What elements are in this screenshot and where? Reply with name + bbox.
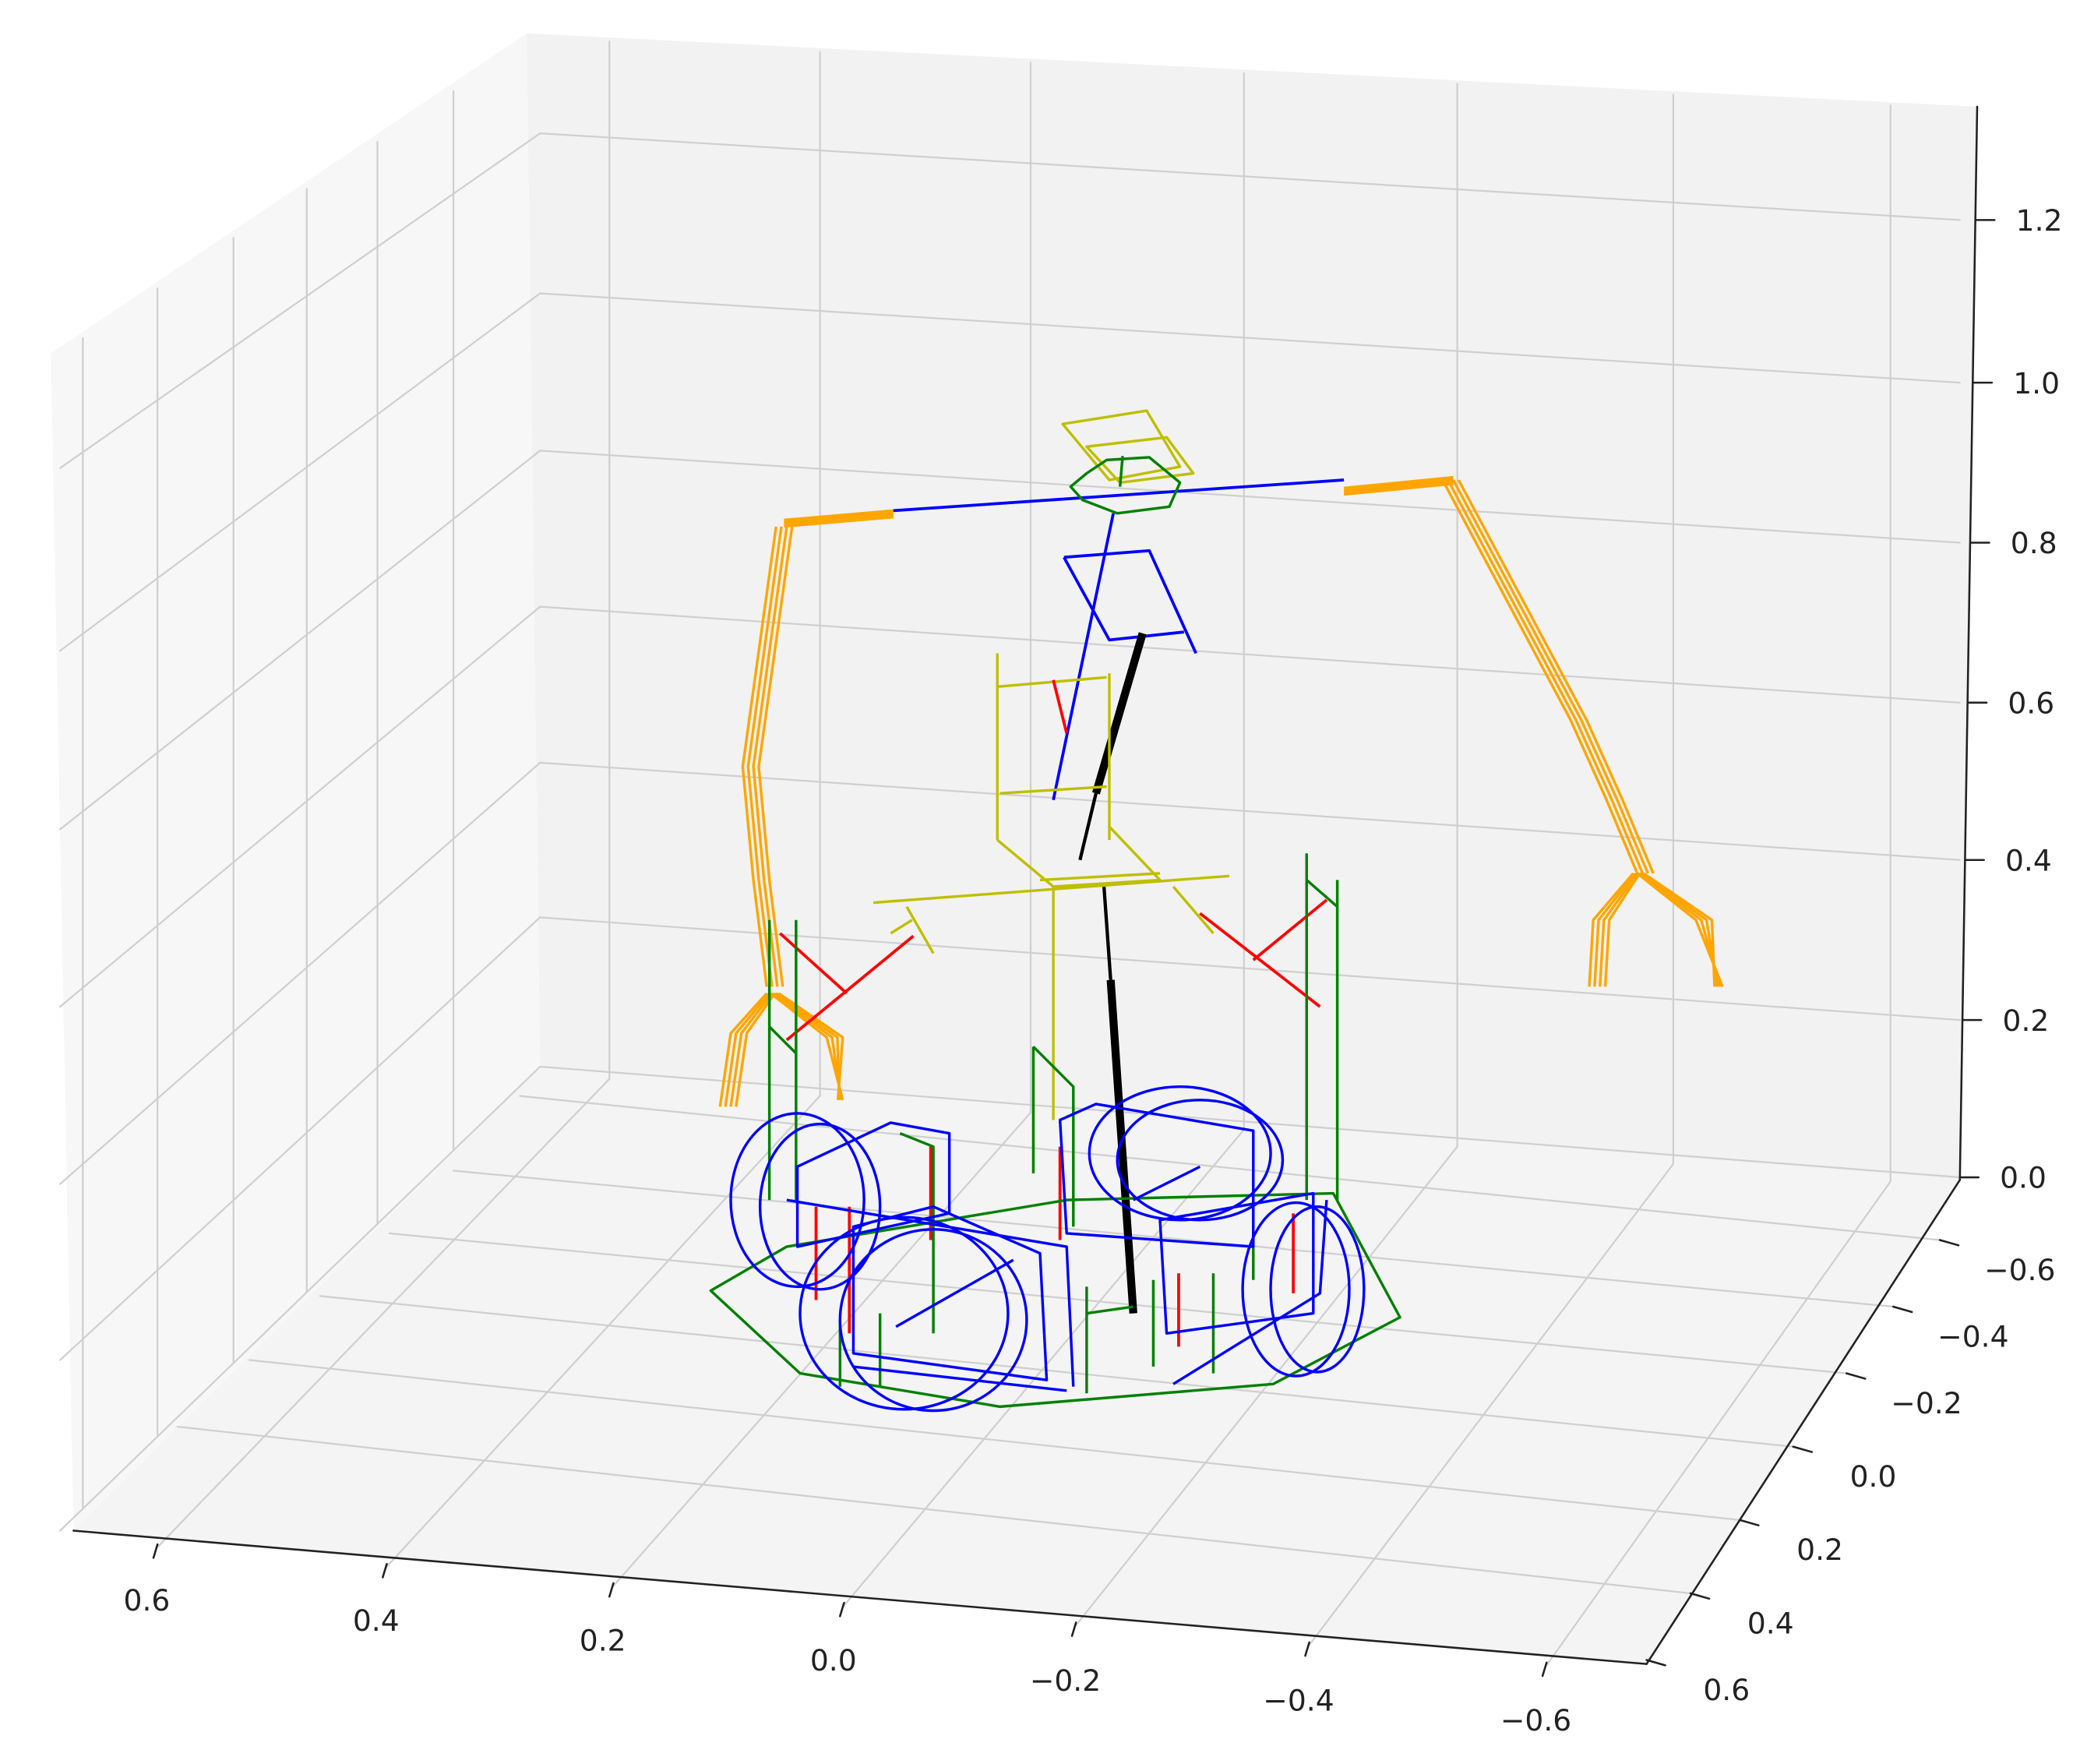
y-tick-mark: [1893, 1307, 1912, 1312]
x-tick-mark: [383, 1564, 386, 1577]
y-tick-mark: [1793, 1447, 1812, 1452]
y-tick-label: −0.2: [1891, 1386, 1962, 1420]
x-tick-label: 0.0: [810, 1643, 857, 1678]
x-tick-label: −0.6: [1500, 1703, 1571, 1738]
plot-figure: 0.6 0.4 0.2 0.0 −0.2 −0.4 −0.6 −0.6 −0.4 −0.2 0.0 0…: [0, 0, 2080, 1764]
z-tick-label: 0.6: [2008, 686, 2054, 721]
z-tick-label: 0.0: [2000, 1161, 2047, 1195]
z-tick-label: 1.0: [2013, 366, 2060, 400]
y-tick-mark: [1690, 1593, 1709, 1599]
y-tick-label: −0.6: [1984, 1253, 2055, 1287]
x-tick-mark: [1542, 1663, 1546, 1676]
y-tick-mark: [1940, 1240, 1958, 1245]
x-tick-label: 0.2: [580, 1624, 626, 1658]
y-tick-label: 0.4: [1747, 1606, 1794, 1640]
x-tick-mark: [1072, 1622, 1076, 1635]
x-tick-mark: [1306, 1642, 1310, 1656]
y-tick-mark: [1846, 1374, 1865, 1379]
x-tick-mark: [609, 1583, 613, 1596]
3d-axes: 0.6 0.4 0.2 0.0 −0.2 −0.4 −0.6 −0.6 −0.4 −0.2 0.0 0…: [0, 0, 2080, 1764]
y-tick-mark: [1740, 1520, 1758, 1526]
z-tick-label: 0.4: [2005, 843, 2052, 877]
y-tick-label: 0.2: [1796, 1533, 1843, 1567]
back-pane: [527, 34, 1977, 1180]
y-tick-label: 0.6: [1703, 1673, 1750, 1707]
y-tick-label: 0.0: [1850, 1459, 1897, 1494]
y-tick-label: −0.4: [1937, 1319, 2008, 1353]
x-tick-mark: [840, 1603, 844, 1616]
z-tick-label: 1.2: [2016, 203, 2063, 238]
x-tick-mark: [153, 1544, 157, 1558]
x-tick-label: −0.2: [1030, 1663, 1101, 1698]
x-tick-label: 0.6: [124, 1583, 171, 1618]
z-tick-label: 0.8: [2011, 526, 2057, 560]
y-tick-mark: [1647, 1660, 1666, 1666]
z-tick-label: 0.2: [2003, 1004, 2050, 1038]
x-tick-label: −0.4: [1263, 1684, 1334, 1718]
x-tick-label: 0.4: [353, 1603, 400, 1638]
